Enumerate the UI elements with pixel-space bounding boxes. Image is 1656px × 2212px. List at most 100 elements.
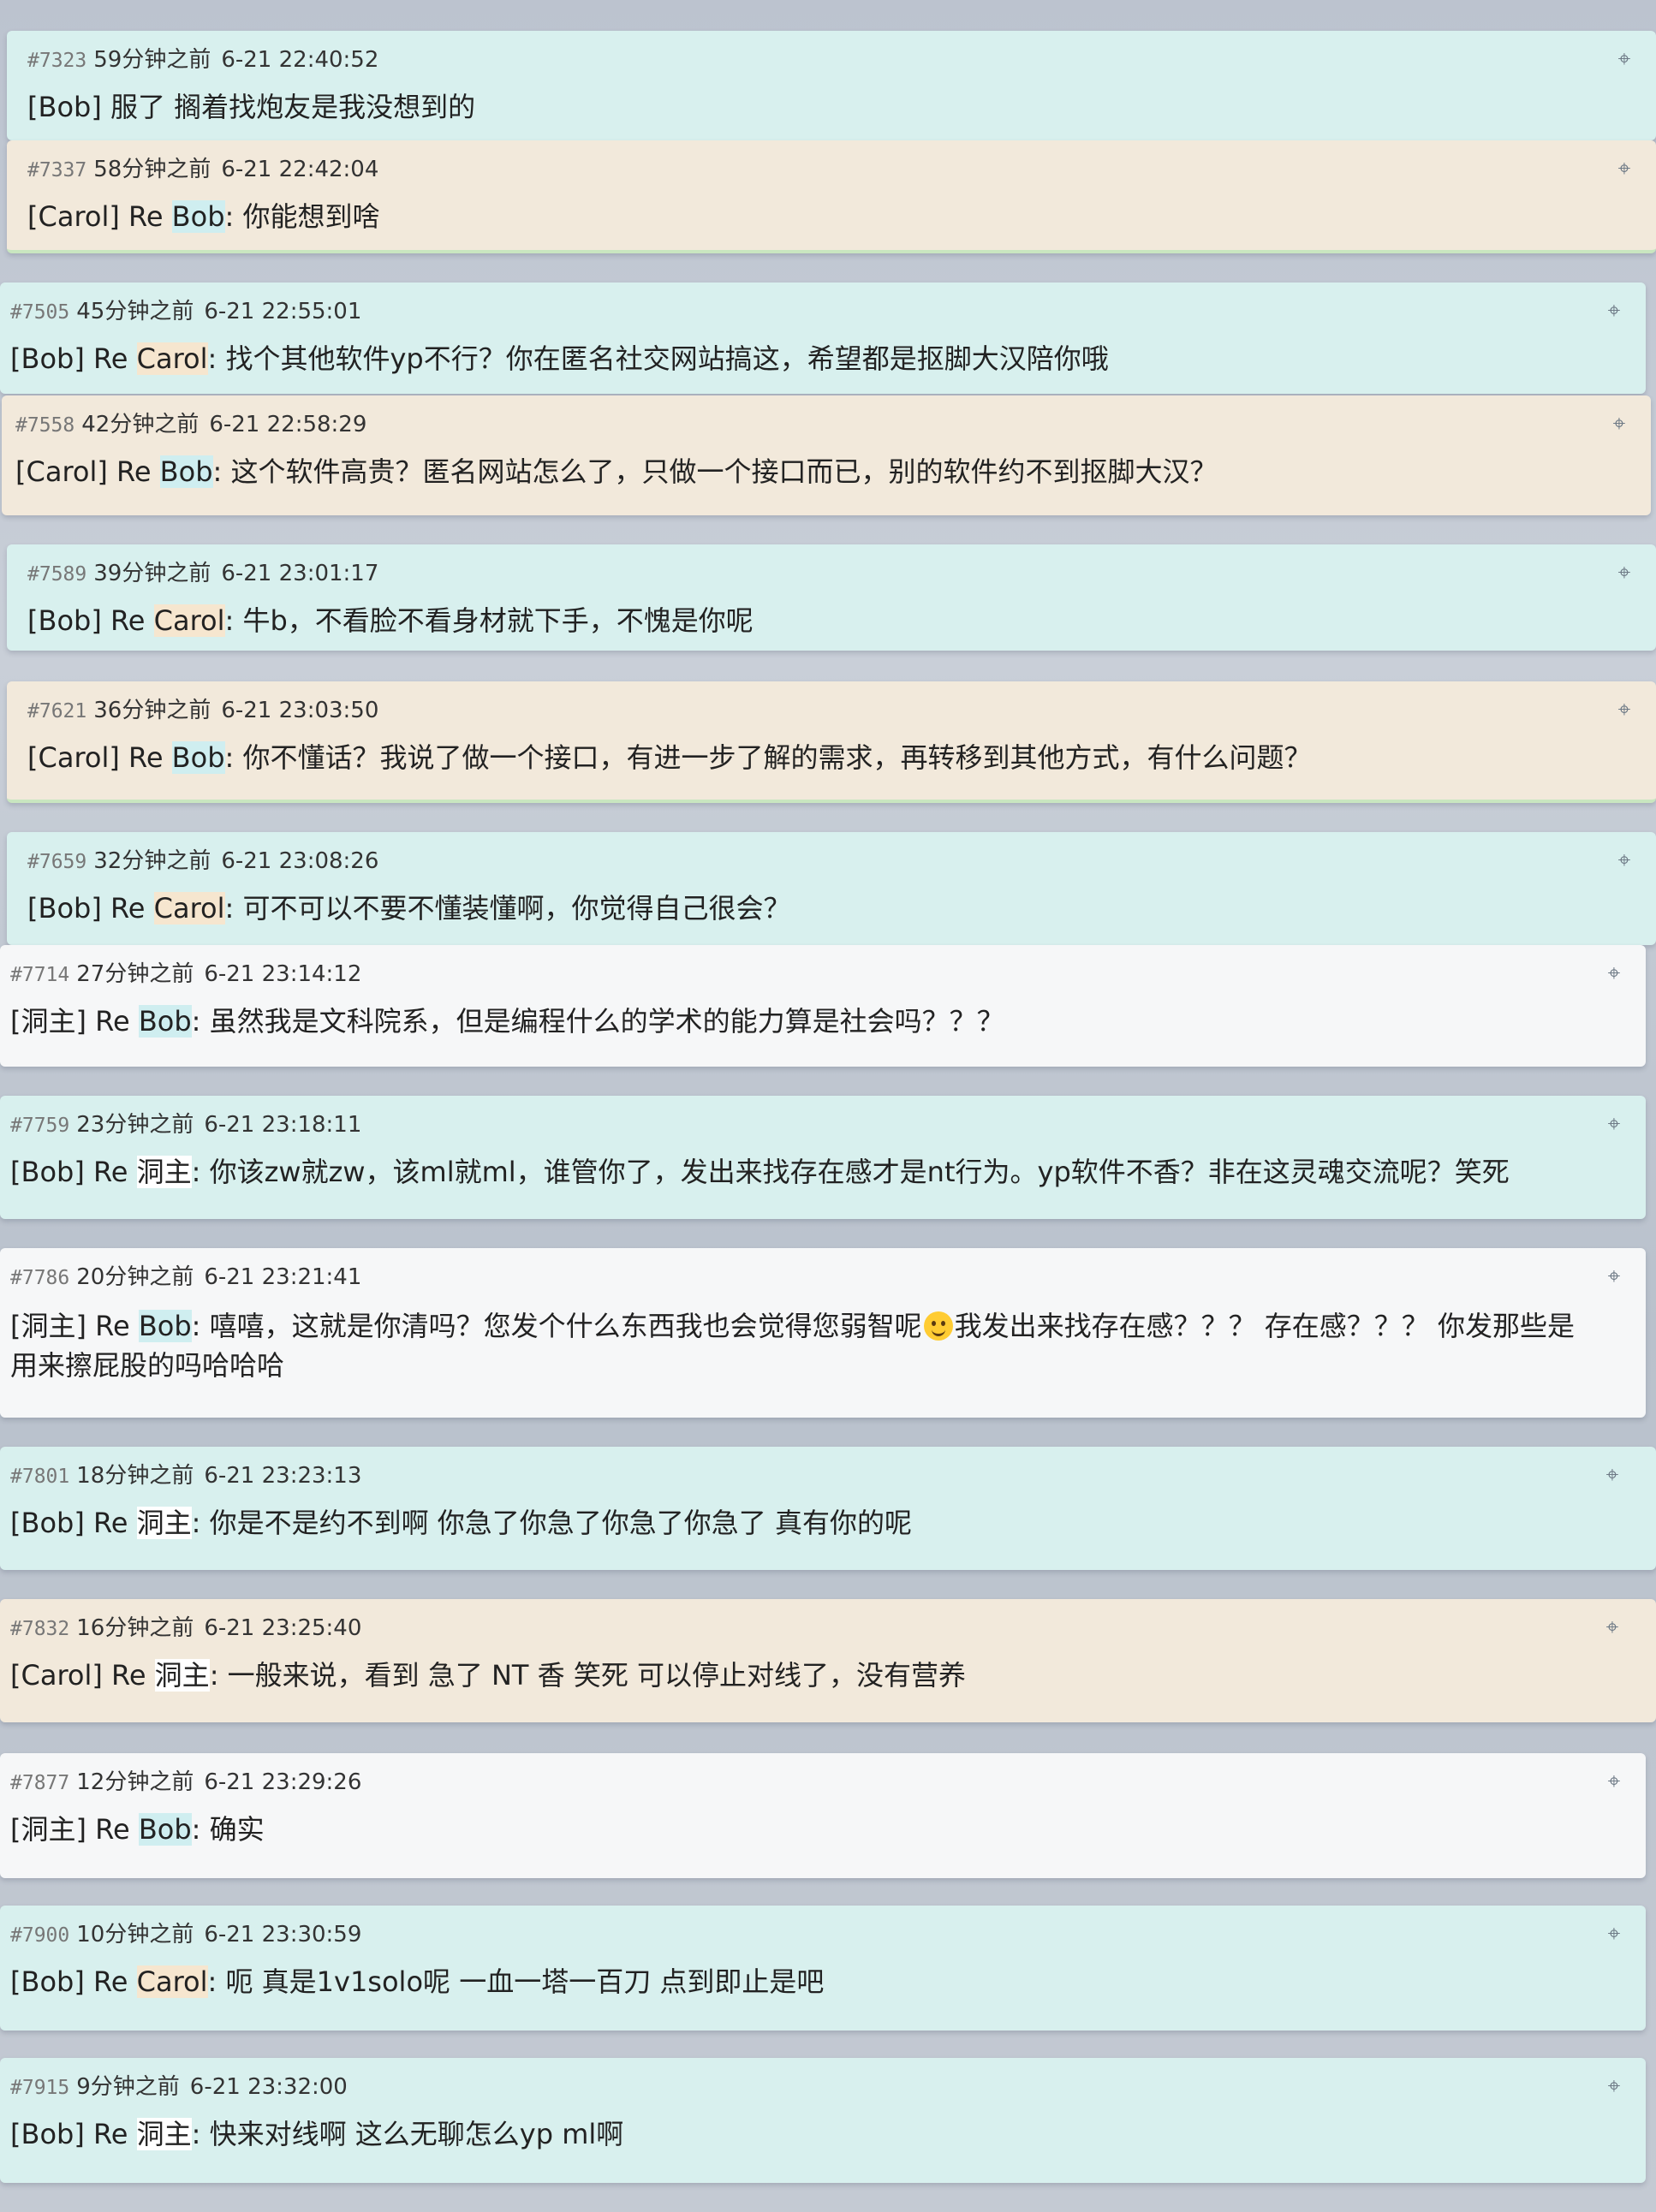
reply-target-link[interactable]: Bob [171,741,225,774]
post-author: [洞主] [10,1310,86,1342]
post-meta: #7832 16分钟之前 6-21 23:25:40 [10,1611,361,1645]
post-timestamp: 6-21 22:55:01 [204,299,362,324]
post-number[interactable]: #7505 [10,301,69,324]
reply-prefix: Re [128,200,164,233]
reply-target-link[interactable]: 洞主 [136,1156,192,1188]
reply-prefix: Re [92,1965,128,1998]
post-text: : 一般来说，看到 急了 NT 香 笑死 可以停止对线了，没有营养 [209,1659,966,1692]
post-relative-time: 42分钟之前 [81,412,200,437]
reply-target-link[interactable]: 洞主 [154,1659,210,1692]
post-number[interactable]: #7621 [27,700,86,722]
crosshair-icon[interactable]: ⌖ [1601,1111,1627,1137]
post-number[interactable]: #7877 [10,1772,69,1794]
post-body: [Bob] Re Carol: 可不可以不要不懂装懂啊，你觉得自己很会？ [27,889,1605,928]
crosshair-icon[interactable]: ⌖ [1611,697,1637,722]
post-body: [Bob] 服了 搁着找炮友是我没想到的 [27,87,1605,127]
crosshair-icon[interactable]: ⌖ [1611,847,1637,873]
post-card: #7832 16分钟之前 6-21 23:25:40 [Carol] Re 洞主: … [0,1599,1656,1722]
post-timestamp: 6-21 23:23:13 [204,1463,362,1489]
smiling-face-emoji [923,1311,953,1341]
reply-prefix: Re [128,741,164,774]
crosshair-icon[interactable]: ⌖ [1601,2073,1627,2099]
post-text: : 可不可以不要不懂装懂啊，你觉得自己很会？ [224,892,791,925]
crosshair-icon[interactable]: ⌖ [1601,298,1627,324]
reply-prefix: Re [92,1156,128,1188]
reply-target-link[interactable]: Carol [136,342,208,375]
post-card: #7323 59分钟之前 6-21 22:40:52 [Bob] 服了 搁着找炮友是… [7,31,1656,140]
post-text: 服了 搁着找炮友是我没想到的 [110,91,476,123]
post-text: : 虽然我是文科院系，但是编程什么的学术的能力算是社会吗？？？ [191,1005,1004,1038]
post-meta: #7801 18分钟之前 6-21 23:23:13 [10,1459,361,1493]
post-timestamp: 6-21 23:29:26 [204,1769,362,1795]
post-number[interactable]: #7714 [10,964,69,986]
reply-target-link[interactable]: Carol [153,604,225,637]
post-card: #7786 20分钟之前 6-21 23:21:41 [洞主] Re Bob: 嘻嘻… [0,1248,1646,1418]
reply-target-link[interactable]: Bob [138,1005,192,1038]
post-card: #7621 36分钟之前 6-21 23:03:50 [Carol] Re Bob:… [7,681,1656,803]
post-relative-time: 20分钟之前 [76,1264,194,1290]
post-author: [Bob] [10,1965,85,1998]
reply-target-link[interactable]: Bob [159,455,213,488]
crosshair-icon[interactable]: ⌖ [1601,1921,1627,1947]
post-card: #7659 32分钟之前 6-21 23:08:26 [Bob] Re Carol:… [7,832,1656,945]
post-card: #7877 12分钟之前 6-21 23:29:26 [洞主] Re Bob: 确实… [0,1753,1646,1878]
reply-target-link[interactable]: Bob [138,1813,192,1846]
post-number[interactable]: #7900 [10,1924,69,1947]
post-number[interactable]: #7558 [15,414,74,437]
post-card: #7915 9分钟之前 6-21 23:32:00 [Bob] Re 洞主: 快来对… [0,2058,1646,2183]
reply-target-link[interactable]: Carol [136,1965,208,1998]
post-body: [Bob] Re 洞主: 你是不是约不到啊 你急了你急了你急了你急了 真有你的呢 [10,1503,1605,1543]
crosshair-icon[interactable]: ⌖ [1611,560,1637,586]
post-number[interactable]: #7801 [10,1466,69,1488]
post-text: : 找个其他软件yp不行？你在匿名社交网站搞这，希望都是抠脚大汉陪你哦 [207,342,1109,375]
post-number[interactable]: #7915 [10,2077,69,2099]
post-number[interactable]: #7337 [27,159,86,181]
post-number[interactable]: #7323 [27,50,86,72]
post-body: [洞主] Re Bob: 虽然我是文科院系，但是编程什么的学术的能力算是社会吗？… [10,1002,1594,1041]
post-author: [Bob] [10,342,85,375]
post-meta: #7337 58分钟之前 6-21 22:42:04 [27,152,378,187]
post-author: [Bob] [10,1507,85,1539]
crosshair-icon[interactable]: ⌖ [1601,1769,1627,1794]
reply-target-link[interactable]: 洞主 [136,1507,192,1539]
post-author: [Bob] [27,892,102,925]
post-author: [Carol] [27,741,120,774]
post-number[interactable]: #7832 [10,1618,69,1640]
reply-prefix: Re [95,1005,130,1038]
reply-prefix: Re [92,342,128,375]
reply-target-link[interactable]: Bob [171,200,225,233]
post-number[interactable]: #7659 [27,851,86,873]
post-text: : 你是不是约不到啊 你急了你急了你急了你急了 真有你的呢 [191,1507,912,1539]
crosshair-icon[interactable]: ⌖ [1601,960,1627,986]
post-body: [Carol] Re Bob: 这个软件高贵？匿名网站怎么了，只做一个接口而已，… [15,452,1599,491]
reply-target-link[interactable]: Bob [138,1310,192,1342]
post-relative-time: 12分钟之前 [76,1769,194,1795]
crosshair-icon[interactable]: ⌖ [1599,1462,1625,1488]
post-number[interactable]: #7589 [27,563,86,586]
post-body: [Bob] Re Carol: 呃 真是1v1solo呢 一血一塔一百刀 点到即… [10,1962,1594,2001]
post-number[interactable]: #7759 [10,1115,69,1137]
post-relative-time: 59分钟之前 [93,47,211,73]
crosshair-icon[interactable]: ⌖ [1599,1614,1625,1640]
post-timestamp: 6-21 23:18:11 [204,1112,362,1138]
reply-target-link[interactable]: Carol [153,892,225,925]
post-relative-time: 18分钟之前 [76,1463,194,1489]
crosshair-icon[interactable]: ⌖ [1611,156,1637,181]
post-text: : 嘻嘻，这就是你清吗？您发个什么东西我也会觉得您弱智呢 [191,1310,922,1342]
crosshair-icon[interactable]: ⌖ [1601,1264,1627,1289]
post-author: [洞主] [10,1813,86,1846]
post-relative-time: 45分钟之前 [76,299,194,324]
post-author: [Bob] [10,1156,85,1188]
reply-prefix: Re [111,1659,146,1692]
post-timestamp: 6-21 23:14:12 [204,961,362,987]
post-card: #7759 23分钟之前 6-21 23:18:11 [Bob] Re 洞主: 你该… [0,1096,1646,1219]
post-meta: #7900 10分钟之前 6-21 23:30:59 [10,1918,361,1952]
post-timestamp: 6-21 23:30:59 [204,1922,362,1947]
post-meta: #7877 12分钟之前 6-21 23:29:26 [10,1765,361,1799]
post-number[interactable]: #7786 [10,1267,69,1289]
reply-prefix: Re [116,455,152,488]
crosshair-icon[interactable]: ⌖ [1611,46,1637,72]
crosshair-icon[interactable]: ⌖ [1606,411,1632,437]
post-text: : 你该zw就zw，该ml就ml，谁管你了，发出来找存在感才是nt行为。yp软件… [191,1156,1510,1188]
reply-target-link[interactable]: 洞主 [136,2118,192,2150]
